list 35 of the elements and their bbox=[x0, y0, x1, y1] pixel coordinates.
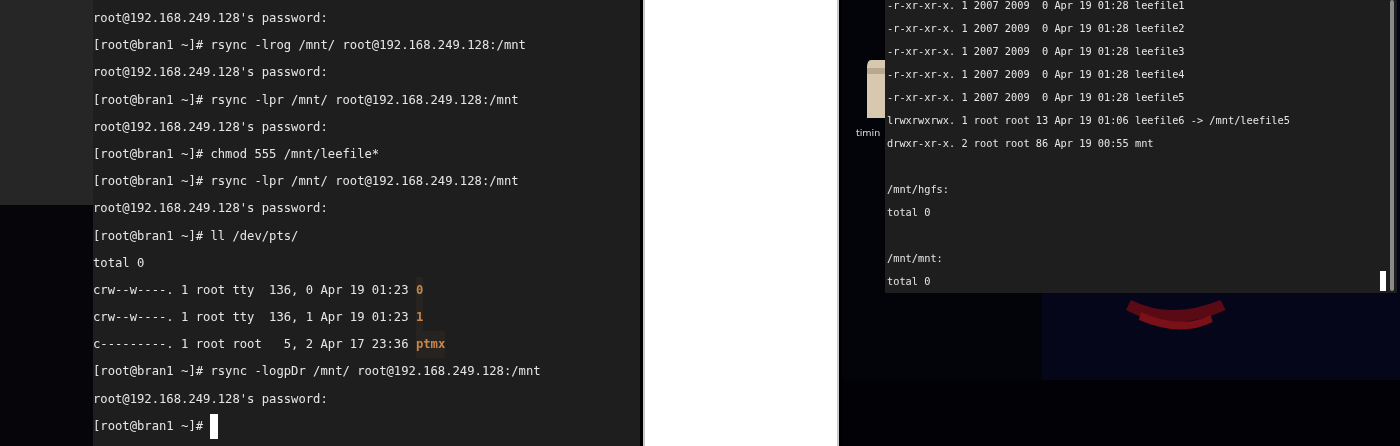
terminal-line: [root@bran1 ~]# rsync -lpr /mnt/ root@192.168.249.128:/mnt bbox=[93, 91, 519, 109]
terminal-line: [root@bran1 ~]# rsync -lrog /mnt/ root@192.168.249.128:/mnt bbox=[93, 37, 526, 55]
terminal-line: crw--w----. 1 root tty 136, 0 Apr 19 01:23 bbox=[93, 281, 409, 299]
device-name: 0 bbox=[415, 276, 424, 305]
text-cursor bbox=[210, 413, 219, 439]
icon-label: timin bbox=[856, 127, 881, 138]
terminal-line: lrwxrwxrwx. 1 root root 13 Apr 19 01:06 leefile6 -> /mnt/leefile5 bbox=[887, 114, 1290, 126]
terminal-line: -r-xr-xr-x. 1 2007 2009 0 Apr 19 01:28 leefile5 bbox=[887, 91, 1185, 103]
terminal-line: [root@bran1 ~]# chmod 555 /mnt/leefile* bbox=[93, 145, 380, 163]
terminal-line: crw--w----. 1 root tty 136, 1 Apr 19 01:23 bbox=[93, 309, 409, 327]
terminal-line: -r-xr-xr-x. 1 2007 2009 0 Apr 19 01:28 leefile2 bbox=[887, 22, 1185, 34]
terminal-line: [root@bran1 ~]# rsync -logpDr /mnt/ root@192.168.249.128:/mnt bbox=[93, 363, 541, 381]
terminal-line: drwxr-xr-x. 2 root root 86 Apr 19 00:55 mnt bbox=[887, 137, 1154, 149]
terminal-line: -r-xr-xr-x. 1 2007 2009 0 Apr 19 01:28 leefile3 bbox=[887, 45, 1185, 57]
scrollbar[interactable] bbox=[1390, 0, 1394, 291]
text-cursor bbox=[1380, 271, 1386, 291]
terminal-line: c---------. 1 root root 5, 2 Apr 17 23:36 bbox=[93, 336, 409, 354]
terminal-line: total 0 bbox=[887, 275, 931, 287]
terminal-line: root@192.168.249.128's password: bbox=[93, 200, 328, 218]
terminal-line: root@192.168.249.128's password: bbox=[93, 64, 328, 82]
folder-icon[interactable] bbox=[867, 60, 885, 118]
terminal-line: [root@bran1 ~]# rsync -lpr /mnt/ root@192.168.249.128:/mnt bbox=[93, 173, 519, 191]
terminal-line: -r-xr-xr-x. 1 2007 2009 0 Apr 19 01:28 leefile1 bbox=[887, 0, 1185, 11]
terminal-line: [root@bran1 ~]# ll /dev/pts/ bbox=[93, 227, 299, 245]
terminal-line: /mnt/mnt: bbox=[887, 252, 943, 264]
terminal-line: total 0 bbox=[93, 254, 145, 272]
terminal-line: total 0 bbox=[887, 206, 931, 218]
device-name: ptmx bbox=[415, 331, 446, 359]
terminal-line: root@192.168.249.128's password: bbox=[93, 10, 328, 27]
terminal-line: root@192.168.249.128's password: bbox=[93, 118, 328, 136]
terminal-line: -r-xr-xr-x. 1 2007 2009 0 Apr 19 01:28 leefile4 bbox=[887, 68, 1185, 80]
device-name: 1 bbox=[415, 304, 424, 332]
terminal-line: /mnt/hgfs: bbox=[887, 183, 949, 195]
terminal-prompt: [root@bran1 ~]# bbox=[93, 417, 204, 435]
terminal-line: root@192.168.249.128's password: bbox=[93, 390, 328, 408]
